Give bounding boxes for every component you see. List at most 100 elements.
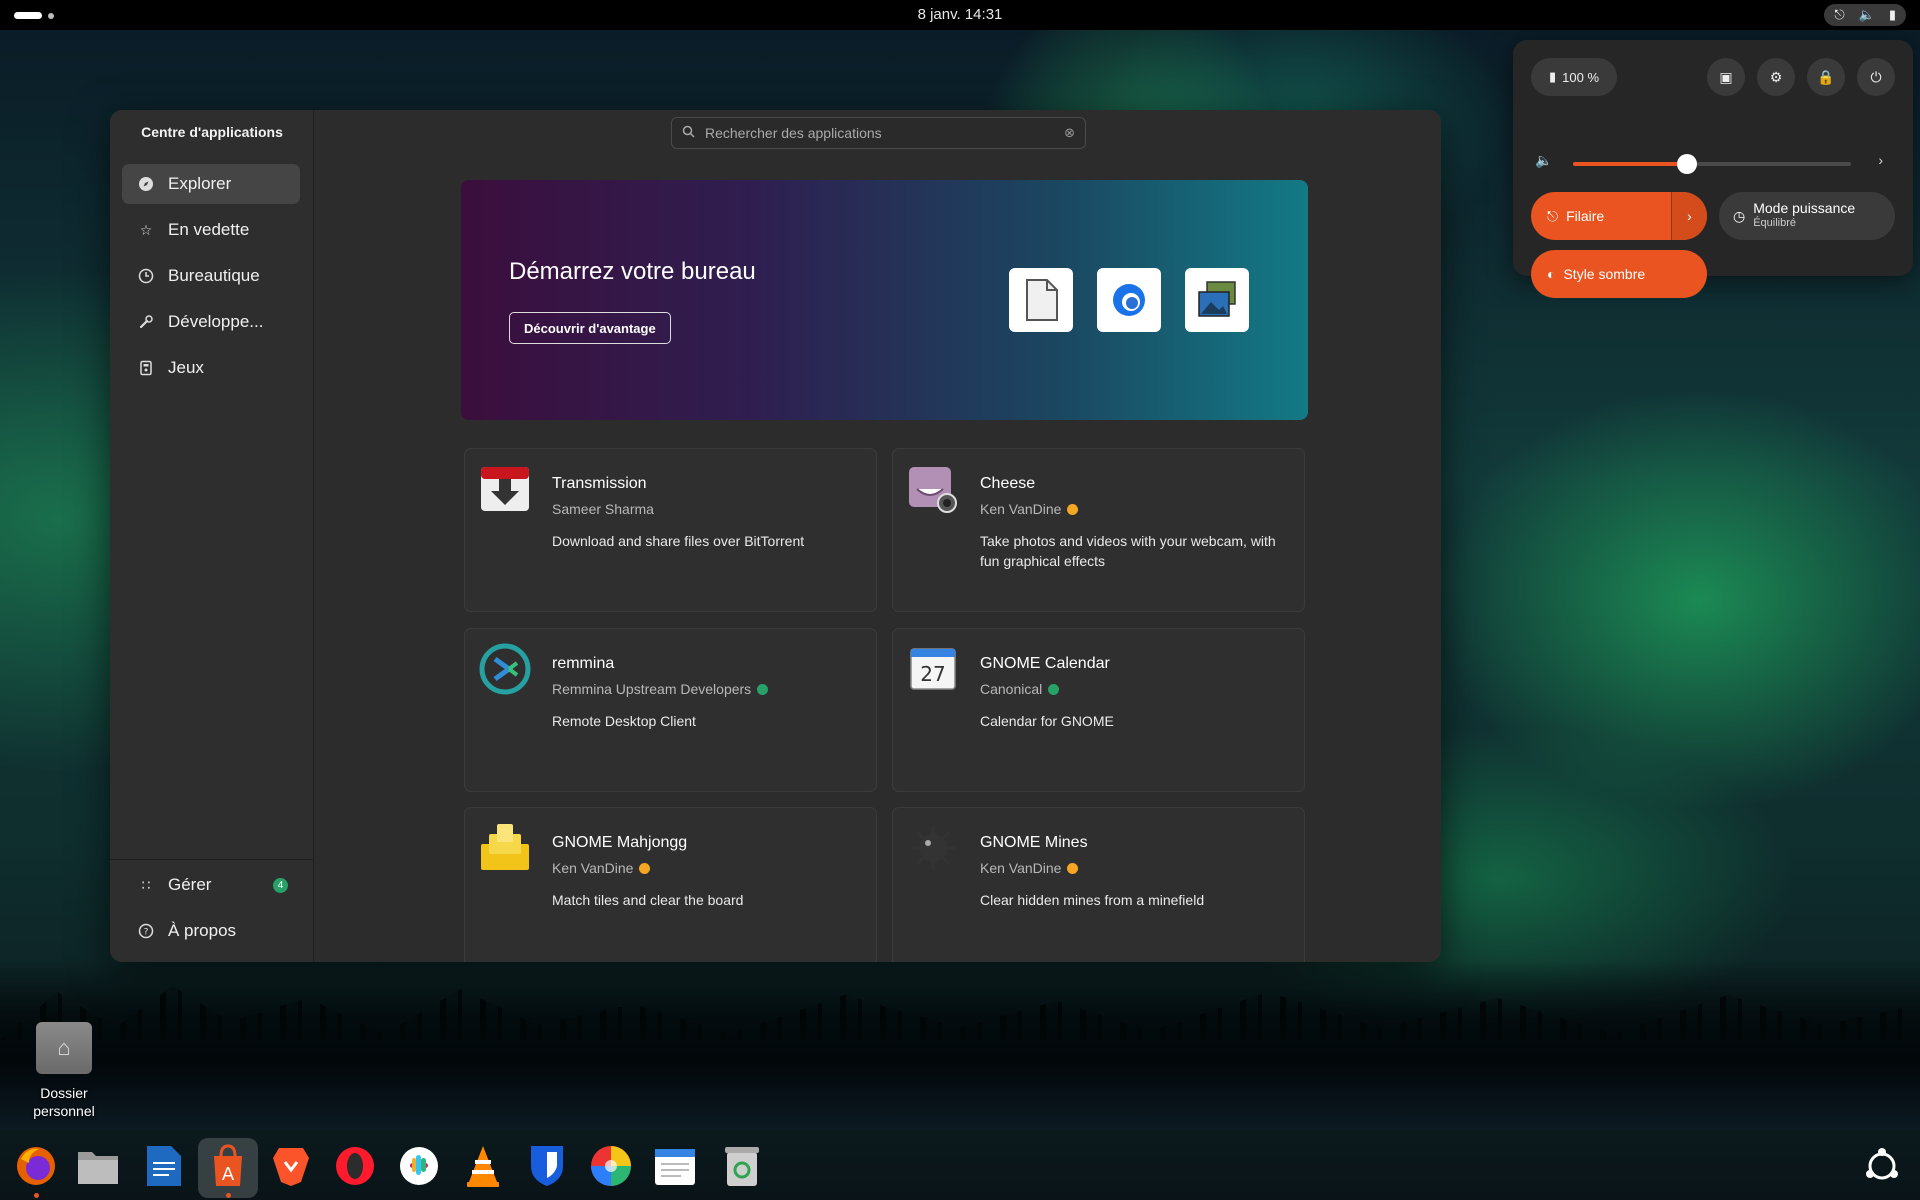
app-card-transmission[interactable]: Transmission Sameer Sharma Download and … <box>464 448 877 612</box>
home-folder-icon[interactable]: ⌂ <box>36 1022 92 1074</box>
power-mode-toggle[interactable]: ◷ Mode puissance Équilibré <box>1719 192 1895 240</box>
battery-level: 100 % <box>1562 69 1600 85</box>
star-icon: ☆ <box>139 221 153 238</box>
sidebar-item-explorer[interactable]: Explorer <box>122 164 300 204</box>
running-indicator <box>34 1193 39 1198</box>
sidebar-item-label: Jeux <box>168 358 204 377</box>
sidebar-item-bureautique[interactable]: Bureautique <box>122 256 300 296</box>
mahjongg-icon <box>479 822 531 874</box>
app-description: Download and share files over BitTorrent <box>552 533 805 549</box>
trash-icon[interactable] <box>720 1144 764 1188</box>
top-bar: 8 janv. 14:31 ⎋ 🔈 ▮ <box>0 0 1920 30</box>
running-indicator <box>226 1193 231 1198</box>
app-developer: Canonical <box>980 681 1060 697</box>
sidebar-item-jeux[interactable]: Jeux <box>122 348 300 388</box>
shotwell-icon[interactable] <box>1185 268 1249 332</box>
app-developer: Ken VanDine <box>980 501 1079 517</box>
app-center-window: Centre d'applications Explorer ☆ En vede… <box>110 110 1441 962</box>
app-name: Transmission <box>552 475 647 492</box>
app-card-gnome-mahjongg[interactable]: GNOME Mahjongg Ken VanDine Match tiles a… <box>464 807 877 962</box>
sidebar: Centre d'applications Explorer ☆ En vede… <box>110 110 314 962</box>
remmina-icon <box>479 643 531 695</box>
developer-name: Remmina Upstream Developers <box>552 681 752 697</box>
search-field[interactable]: Rechercher des applications ⊗ <box>671 117 1086 149</box>
search-placeholder: Rechercher des applications <box>705 125 882 141</box>
clear-search-icon[interactable]: ⊗ <box>1064 125 1075 141</box>
developer-name: Canonical <box>980 681 1043 697</box>
firefox-icon[interactable] <box>14 1144 58 1188</box>
developer-name: Ken VanDine <box>552 860 634 876</box>
app-card-cheese[interactable]: Cheese Ken VanDine Take photos and video… <box>892 448 1305 612</box>
verified-badge-icon <box>1048 683 1060 695</box>
clock[interactable]: 8 janv. 14:31 <box>0 6 1920 23</box>
volume-slider-fill <box>1573 162 1687 166</box>
wired-network-toggle[interactable]: ⎋ Filaire › <box>1531 192 1707 240</box>
sidebar-item-a-propos[interactable]: ? À propos <box>122 911 300 951</box>
quick-settings-panel: ▮ 100 % ▣ ⚙ 🔒 ⏻ 🔈 › ⎋ Filaire › ◷ Mode p… <box>1513 40 1913 298</box>
grid-icon: ∷ <box>141 876 151 893</box>
main-content: Rechercher des applications ⊗ – ◻ ✕ Déma… <box>315 110 1441 962</box>
libreoffice-icon[interactable] <box>1009 268 1073 332</box>
text-editor-icon[interactable] <box>653 1144 697 1188</box>
app-developer: Ken VanDine <box>552 860 651 876</box>
dark-style-icon: ◐ <box>1547 266 1556 282</box>
app-developer: Ken VanDine <box>980 860 1079 876</box>
app-developer: Remmina Upstream Developers <box>552 681 769 697</box>
sidebar-item-en-vedette[interactable]: ☆ En vedette <box>122 210 300 250</box>
settings-button[interactable]: ⚙ <box>1757 58 1795 96</box>
volume-slider[interactable] <box>1573 154 1851 174</box>
brave-icon[interactable] <box>269 1144 313 1188</box>
search-icon <box>682 125 695 141</box>
battery-icon: ▮ <box>1548 69 1557 84</box>
files-icon[interactable] <box>76 1144 120 1188</box>
home-folder-label[interactable]: Dossier personnel <box>14 1084 114 1120</box>
app-card-remmina[interactable]: remmina Remmina Upstream Developers Remo… <box>464 628 877 792</box>
volume-icon: 🔈 <box>1858 7 1875 22</box>
gear-icon: ⚙ <box>1769 68 1783 85</box>
updates-count-badge: 4 <box>273 877 288 893</box>
compass-icon <box>138 176 154 192</box>
app-center-icon[interactable]: A <box>206 1144 250 1188</box>
battery-button[interactable]: ▮ 100 % <box>1531 58 1617 96</box>
show-apps-icon[interactable] <box>1860 1144 1904 1188</box>
power-mode-label: Mode puissance <box>1753 200 1856 216</box>
chevron-right-icon[interactable]: › <box>1671 192 1707 240</box>
app-card-gnome-calendar[interactable]: 27 GNOME Calendar Canonical Calendar for… <box>892 628 1305 792</box>
screenshot-button[interactable]: ▣ <box>1707 58 1745 96</box>
sidebar-item-developpement[interactable]: Développe... <box>122 302 300 342</box>
gamepad-icon <box>138 360 154 376</box>
libreoffice-writer-icon[interactable] <box>142 1144 186 1188</box>
dark-style-toggle[interactable]: ◐ Style sombre <box>1531 250 1707 298</box>
svg-text:A: A <box>222 1164 235 1185</box>
lock-button[interactable]: 🔒 <box>1807 58 1845 96</box>
app-name: GNOME Mines <box>980 834 1088 851</box>
power-icon: ⏻ <box>1870 68 1882 85</box>
volume-icon: 🔈 <box>1535 152 1553 168</box>
sidebar-item-gerer[interactable]: ∷ Gérer 4 <box>122 865 300 905</box>
star-developer-badge-icon <box>1067 503 1079 515</box>
chevron-right-icon[interactable]: › <box>1878 152 1883 168</box>
power-mode-icon: ◷ <box>1733 207 1746 224</box>
power-button[interactable]: ⏻ <box>1857 58 1895 96</box>
discover-more-button[interactable]: Découvrir d'avantage <box>509 312 671 344</box>
app-card-gnome-mines[interactable]: GNOME Mines Ken VanDine Clear hidden min… <box>892 807 1305 962</box>
volume-slider-handle[interactable] <box>1676 154 1697 174</box>
opera-icon[interactable] <box>333 1144 377 1188</box>
slack-icon[interactable] <box>397 1144 441 1188</box>
developer-name: Ken VanDine <box>980 501 1062 517</box>
sidebar-item-label: Développe... <box>168 312 264 331</box>
sidebar-nav: Explorer ☆ En vedette Bureautique Dévelo… <box>122 164 300 394</box>
star-developer-badge-icon <box>1067 862 1079 874</box>
thunderbird-icon[interactable] <box>1097 268 1161 332</box>
power-mode-value: Équilibré <box>1753 217 1797 229</box>
vlc-icon[interactable] <box>461 1144 505 1188</box>
app-description: Take photos and videos with your webcam,… <box>980 533 1276 569</box>
wrench-icon <box>138 314 154 330</box>
sidebar-title: Centre d'applications <box>141 124 283 140</box>
color-picker-icon[interactable] <box>589 1144 633 1188</box>
bitwarden-icon[interactable] <box>525 1144 569 1188</box>
network-wired-icon: ⎋ <box>1547 207 1559 224</box>
app-description: Remote Desktop Client <box>552 713 696 729</box>
clock-icon <box>138 268 154 284</box>
system-tray[interactable]: ⎋ 🔈 ▮ <box>1824 4 1906 26</box>
